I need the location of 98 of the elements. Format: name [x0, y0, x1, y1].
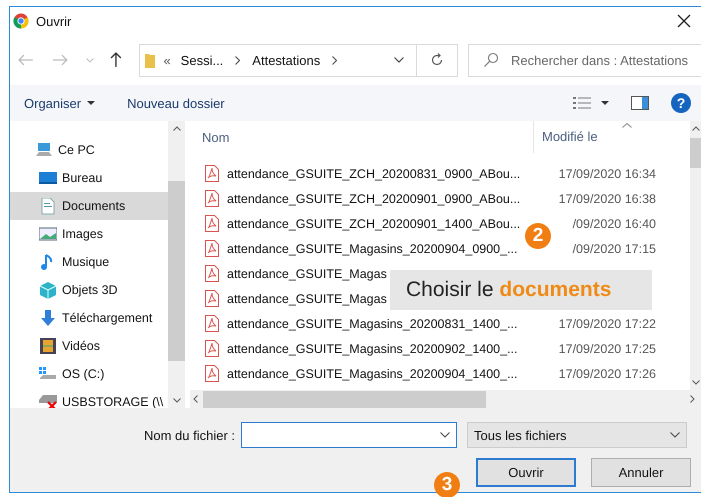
sidebar-label: Téléchargement [62, 311, 152, 325]
file-name[interactable]: attendance_GSUITE_ZCH_20200901_0900_ABou... [227, 192, 520, 206]
organize-menu[interactable]: Organiser [24, 96, 82, 110]
file-name[interactable]: attendance_GSUITE_ZCH_20200831_0900_ABou... [227, 166, 520, 180]
breadcrumb[interactable]: Sessi... [180, 52, 224, 68]
new-folder-button[interactable]: Nouveau dossier [127, 96, 225, 110]
pdf-file-icon [205, 240, 219, 257]
pdf-file-icon [205, 190, 219, 207]
sidebar-item[interactable]: Documents [10, 192, 168, 220]
down-arrow-icon [39, 310, 57, 326]
film-icon [39, 338, 57, 354]
disconnected-drive-icon [39, 394, 57, 408]
close-icon[interactable] [677, 14, 691, 28]
sidebar-label: Bureau [62, 171, 102, 185]
sidebar-item[interactable]: Images [10, 220, 168, 248]
pc-icon [35, 142, 53, 158]
sidebar-item[interactable]: Objets 3D [10, 276, 168, 304]
address-bar[interactable]: « Sessi... Attestations [139, 44, 458, 76]
file-name-label: Nom du fichier : [144, 428, 236, 442]
file-name[interactable]: attendance_GSUITE_Magasins_20200831_1400_... [227, 316, 518, 330]
pdf-file-icon [205, 215, 219, 232]
refresh-icon[interactable] [430, 53, 444, 67]
sidebar-label: Documents [62, 199, 126, 213]
sidebar-item[interactable]: Ce PC [10, 136, 168, 164]
scroll-left-icon[interactable] [193, 395, 198, 403]
caret-icon[interactable] [87, 101, 96, 105]
file-name[interactable]: attendance_GSUITE_Magas [227, 292, 387, 306]
sidebar-item[interactable]: Musique [10, 248, 168, 276]
pdf-file-icon [205, 365, 219, 382]
scroll-thumb[interactable] [168, 181, 185, 361]
scroll-down-icon[interactable] [172, 398, 180, 403]
caret-icon[interactable] [601, 101, 609, 105]
search-icon [483, 52, 499, 68]
file-name-field[interactable] [241, 422, 458, 448]
file-type-dropdown[interactable]: Tous les fichiers [467, 422, 688, 448]
scroll-thumb[interactable] [203, 390, 486, 408]
desktop-icon [39, 170, 57, 186]
sidebar-label: Ce PC [58, 143, 95, 157]
pdf-file-icon [205, 265, 219, 282]
modified-date: 17/09/2020 16:34 [558, 166, 656, 180]
search-field[interactable]: Rechercher dans : Attestations [468, 44, 701, 76]
folder-icon [145, 52, 156, 68]
pdf-file-icon [205, 315, 219, 332]
sidebar-label: Images [62, 227, 103, 241]
scroll-up-icon[interactable] [172, 126, 180, 131]
step-number-badge: 2 [525, 223, 551, 249]
chevron-down-icon[interactable] [670, 432, 680, 438]
sort-caret-icon [622, 123, 632, 128]
sidebar-item[interactable]: OS (C:) [10, 360, 168, 388]
pdf-file-icon [205, 340, 219, 357]
chevron-right-icon[interactable] [332, 56, 338, 64]
sidebar-item[interactable]: Bureau [10, 164, 168, 192]
window-title: Ouvrir [36, 14, 72, 28]
file-name[interactable]: attendance_GSUITE_Magasins_20200904_1400_... [227, 366, 518, 380]
column-header[interactable]: Modifié le [533, 121, 598, 153]
app-icon [13, 13, 29, 29]
sidebar-label: Objets 3D [62, 283, 118, 297]
modified-date: 17/09/2020 17:26 [558, 366, 656, 380]
scrollbar[interactable] [168, 121, 185, 408]
sidebar-label: Musique [62, 255, 110, 269]
pdf-file-icon [205, 165, 219, 182]
file-name[interactable]: attendance_GSUITE_Magas [227, 266, 387, 280]
chevron-down-icon[interactable] [394, 57, 404, 63]
sidebar-item[interactable]: Vidéos [10, 332, 168, 360]
chevron-right-icon[interactable] [235, 56, 240, 64]
instruction-tooltip: Choisir le documents [390, 270, 652, 310]
file-name[interactable]: attendance_GSUITE_Magasins_20200902_1400_... [227, 342, 518, 356]
document-icon [39, 198, 57, 214]
overflow-chevron[interactable]: « [163, 52, 171, 68]
dialog-button[interactable]: Ouvrir [476, 458, 576, 487]
scroll-right-icon[interactable] [690, 395, 695, 403]
scroll-thumb[interactable] [690, 138, 701, 168]
up-arrow-icon[interactable] [110, 52, 122, 68]
help-button[interactable]: ? [671, 93, 691, 113]
modified-date: 17/09/2020 17:22 [558, 316, 656, 330]
scroll-down-icon[interactable] [692, 380, 700, 385]
breadcrumb[interactable]: Attestations [252, 52, 320, 68]
pdf-file-icon [205, 290, 219, 307]
scrollbar[interactable] [690, 121, 701, 390]
modified-date: /09/2020 16:40 [572, 216, 656, 230]
scrollbar[interactable] [190, 390, 701, 408]
chevron-down-icon[interactable] [440, 432, 450, 438]
column-header[interactable]: Nom [190, 130, 533, 144]
cube-icon [39, 282, 57, 298]
sidebar-label: Vidéos [62, 339, 100, 353]
dialog-button[interactable]: Annuler [591, 458, 691, 487]
sidebar-label: OS (C:) [62, 367, 104, 381]
file-name[interactable]: attendance_GSUITE_ZCH_20200901_1400_ABou... [227, 216, 520, 230]
modified-date: 17/09/2020 17:25 [558, 342, 656, 356]
preview-pane-icon[interactable] [631, 96, 649, 110]
scroll-up-icon[interactable] [692, 126, 700, 131]
view-list-icon[interactable] [573, 96, 591, 110]
modified-date: 17/09/2020 16:38 [558, 192, 656, 206]
file-name[interactable]: attendance_GSUITE_Magasins_20200904_0900_... [227, 242, 518, 256]
modified-date: /09/2020 17:15 [572, 242, 656, 256]
picture-icon [39, 226, 57, 242]
step-number-badge: 3 [434, 472, 460, 497]
sidebar-item[interactable]: Téléchargement [10, 304, 168, 332]
